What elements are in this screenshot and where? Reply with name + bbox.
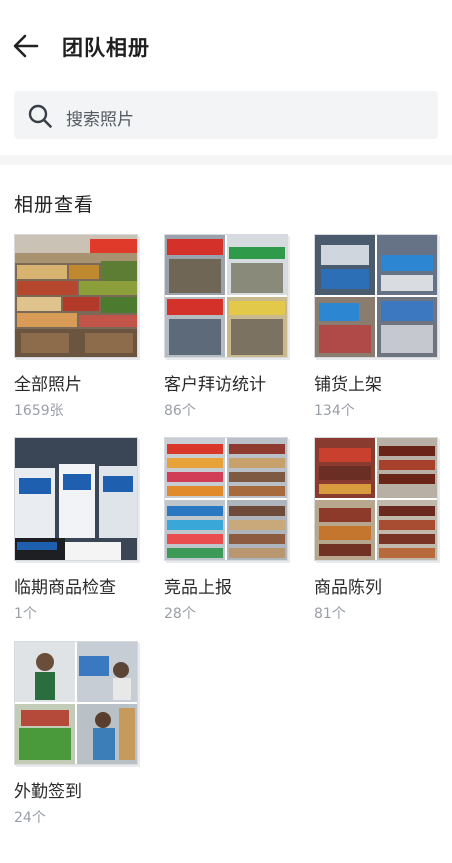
album-count: 81个 (314, 606, 346, 622)
page-title: 团队相册 (62, 36, 150, 60)
album-card-all-photos[interactable]: 全部照片 1659张 (14, 234, 138, 420)
album-card-field-checkin[interactable]: 外勤签到 24个 (14, 641, 138, 827)
search-icon (28, 104, 52, 128)
section-divider (0, 155, 452, 165)
album-card-product-display[interactable]: 商品陈列 81个 (314, 437, 438, 623)
section-title: 相册查看 (14, 194, 95, 216)
album-name: 客户拜访统计 (164, 375, 266, 395)
album-card-stock-shelving[interactable]: 铺货上架 134个 (314, 234, 438, 420)
album-count: 134个 (314, 403, 355, 419)
album-count: 28个 (164, 606, 196, 622)
album-count: 1659张 (14, 403, 64, 419)
search-bar[interactable]: 搜索照片 (14, 91, 438, 139)
album-name: 临期商品检查 (14, 578, 116, 598)
arrow-left-icon (13, 34, 39, 58)
album-count: 1个 (14, 606, 37, 622)
album-thumbnail (314, 437, 438, 561)
album-thumbnail (14, 234, 138, 358)
album-name: 竞品上报 (164, 578, 232, 598)
album-card-competitor-report[interactable]: 竞品上报 28个 (164, 437, 288, 623)
album-thumbnail (164, 437, 288, 561)
back-button[interactable] (10, 30, 42, 62)
album-card-expiry-check[interactable]: 临期商品检查 1个 (14, 437, 138, 623)
album-thumbnail (14, 437, 138, 561)
album-count: 24个 (14, 810, 46, 826)
header: 团队相册 (0, 0, 452, 92)
album-card-customer-visits[interactable]: 客户拜访统计 86个 (164, 234, 288, 420)
album-name: 全部照片 (14, 375, 82, 395)
album-thumbnail (314, 234, 438, 358)
album-count: 86个 (164, 403, 196, 419)
album-name: 外勤签到 (14, 782, 82, 802)
album-name: 铺货上架 (314, 375, 382, 395)
search-input[interactable]: 搜索照片 (66, 105, 134, 130)
album-name: 商品陈列 (314, 578, 382, 598)
album-thumbnail (164, 234, 288, 358)
album-thumbnail (14, 641, 138, 765)
